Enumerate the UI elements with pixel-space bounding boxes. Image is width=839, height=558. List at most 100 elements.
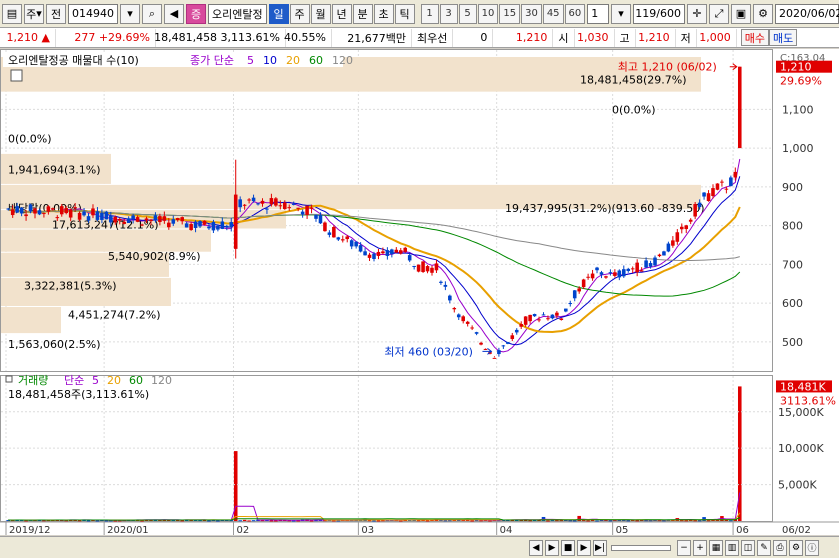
date-input[interactable]: 2020/06/02 <box>775 3 839 24</box>
interval-dropdown-icon[interactable]: ▾ <box>611 3 631 24</box>
candle-body <box>572 290 577 299</box>
trade-amount: 21,677백만 <box>332 28 412 47</box>
zoom-out-icon[interactable]: − <box>677 539 691 556</box>
volume-bar <box>443 520 448 522</box>
candle-body <box>340 239 345 241</box>
zoom-in-icon[interactable]: + <box>693 539 707 556</box>
candle-body <box>693 204 697 217</box>
period-tab-월[interactable]: 월 <box>310 3 331 24</box>
interval-input[interactable]: 1 <box>587 3 609 24</box>
candle-body <box>274 198 278 206</box>
candle-body <box>198 221 202 227</box>
stop-icon[interactable]: ■ <box>561 539 575 556</box>
candle-body <box>167 222 171 228</box>
type-select[interactable]: 주 ▾ <box>24 3 44 24</box>
candle-body <box>251 197 256 202</box>
buy-button[interactable]: 매수 <box>740 29 769 46</box>
gear-icon[interactable]: ⚙ <box>753 3 773 24</box>
candle-body <box>91 208 95 216</box>
settings-icon[interactable]: ⚙ <box>789 539 803 556</box>
candle-body <box>202 220 207 225</box>
candle-body <box>559 318 564 320</box>
search-icon[interactable]: ⌕ <box>142 3 162 24</box>
candle-body <box>55 217 60 219</box>
zoom-icon[interactable]: ⤢ <box>709 3 729 24</box>
chart-layout-icon[interactable]: ▤ <box>2 3 22 24</box>
volume-bar <box>626 520 631 522</box>
volume-bar <box>238 520 242 522</box>
candle-body <box>528 314 532 322</box>
scroll-left-icon[interactable]: ◀ <box>529 539 543 556</box>
candle-body <box>666 243 671 252</box>
print-icon[interactable]: ⎙ <box>773 539 787 556</box>
interval-button-5[interactable]: 5 <box>458 3 477 24</box>
stock-name-field[interactable]: 오리엔탈정 <box>208 3 267 24</box>
candle-body <box>702 192 706 197</box>
split-icon[interactable]: ◫ <box>741 539 755 556</box>
volume-profile-label: 0(0.0%) <box>612 103 656 116</box>
volume-bar <box>684 520 689 522</box>
candle-body <box>523 316 528 325</box>
volume-profile-label: 1,563,060(2.5%) <box>8 338 101 351</box>
period-tab-초[interactable]: 초 <box>373 3 394 24</box>
candle-body <box>291 203 296 205</box>
candle-body <box>153 215 158 221</box>
candle-body <box>465 321 470 324</box>
bar-count-field[interactable]: 119/600 <box>633 3 685 24</box>
interval-button-1[interactable]: 1 <box>420 3 439 24</box>
bottom-bar: ◀ ▶ ■ ▶ ▶| − + ▦ ▥ ◫ ✎ ⎙ ⚙ ⓘ <box>0 536 839 558</box>
interval-button-45[interactable]: 45 <box>542 3 564 24</box>
x-axis-label: 06 <box>736 525 749 535</box>
volume-bar <box>586 520 590 522</box>
sound-icon[interactable]: ◀︎ <box>164 3 184 24</box>
candle-body <box>622 269 626 277</box>
interval-button-10[interactable]: 10 <box>477 3 499 24</box>
zoom-slider[interactable] <box>611 544 671 551</box>
period-tab-년[interactable]: 년 <box>331 3 352 24</box>
grid-icon[interactable]: ▦ <box>709 539 723 556</box>
candle-body <box>657 254 662 257</box>
candle-body <box>688 219 693 222</box>
code-input[interactable]: 014940 <box>68 3 118 24</box>
chart-area[interactable]: 1,100 1,000 900 800 700 600 500 0(0.0%) 0(0.0%) 1… <box>0 49 839 536</box>
save-icon[interactable]: ▣ <box>731 3 751 24</box>
scroll-right-icon[interactable]: ▶ <box>577 539 591 556</box>
all-button[interactable]: 전 <box>46 3 66 24</box>
crosshair-icon[interactable]: ✛ <box>687 3 707 24</box>
interval-button-3[interactable]: 3 <box>439 3 458 24</box>
candle-body <box>175 218 180 221</box>
candle-body <box>171 219 176 224</box>
candle-body <box>586 276 590 278</box>
code-dropdown-icon[interactable]: ▾ <box>120 3 140 24</box>
period-tab-분[interactable]: 분 <box>352 3 373 24</box>
play-icon[interactable]: ▶ <box>545 539 559 556</box>
volume-legend-name: 거래량 <box>18 374 48 387</box>
candle-body <box>479 342 483 345</box>
candle-body <box>421 261 425 273</box>
best-label: 최우선 <box>412 28 454 47</box>
period-tab-주[interactable]: 주 <box>289 3 310 24</box>
interval-button-30[interactable]: 30 <box>521 3 542 24</box>
interval-button-15[interactable]: 15 <box>499 3 521 24</box>
volume-profile-label: 4,451,274(7.2%) <box>68 309 161 322</box>
info-icon[interactable]: ⓘ <box>805 539 819 556</box>
interval-button-60[interactable]: 60 <box>564 3 586 24</box>
chart-svg[interactable]: 1,100 1,000 900 800 700 600 500 0(0.0%) 0(0.0%) 1… <box>0 49 839 536</box>
candle-body <box>59 206 64 215</box>
sell-button[interactable]: 매도 <box>769 29 798 46</box>
candle-body <box>135 217 140 222</box>
candle-body <box>514 329 519 333</box>
volume-bar <box>274 520 278 522</box>
candle-body <box>564 308 568 312</box>
scroll-end-icon[interactable]: ▶| <box>593 539 607 556</box>
candle-body <box>398 250 403 254</box>
candle-body <box>452 308 457 310</box>
price-legend-name: 오리엔탈정공 매물대 수(10) <box>8 54 139 67</box>
chart-type-icon[interactable]: ▥ <box>725 539 739 556</box>
period-tab-일[interactable]: 일 <box>268 3 289 24</box>
candle-body <box>345 236 350 240</box>
candle-body <box>309 207 314 209</box>
tools-icon[interactable]: ✎ <box>757 539 771 556</box>
period-tab-틱[interactable]: 틱 <box>394 3 415 24</box>
volume-bar <box>247 520 251 522</box>
